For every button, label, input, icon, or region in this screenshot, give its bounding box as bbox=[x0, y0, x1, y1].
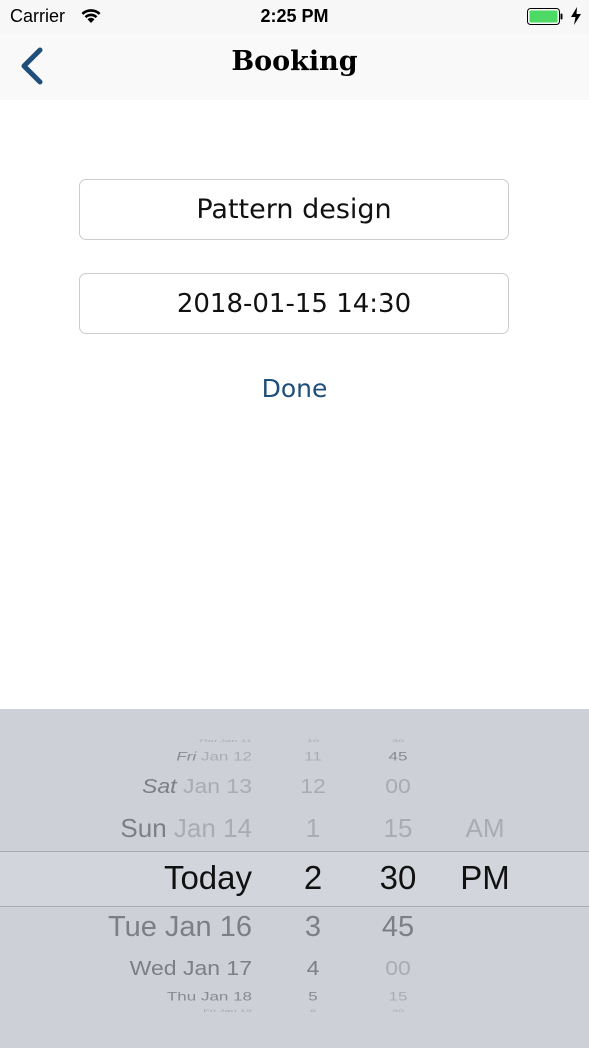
minute-row[interactable]: 45 bbox=[360, 750, 436, 764]
day-row[interactable]: Wed Jan 17 bbox=[130, 956, 252, 980]
hour-row[interactable]: 10 bbox=[278, 739, 348, 743]
minute-row[interactable]: 15 bbox=[360, 813, 436, 844]
minute-row[interactable]: 00 bbox=[360, 956, 436, 980]
day-row[interactable]: Thu Jan 11 bbox=[198, 739, 252, 743]
picker-minute-column[interactable]: 30 45 00 15 30 45 00 15 30 bbox=[360, 709, 436, 1048]
minute-row-selected[interactable]: 30 bbox=[360, 859, 436, 897]
date-time-picker: Thu Jan 11 Fri Jan 12 Sat Jan 13 Sun Jan… bbox=[0, 709, 589, 1048]
done-button[interactable]: Done bbox=[0, 374, 589, 403]
hour-row[interactable]: 1 bbox=[278, 813, 348, 844]
hour-row[interactable]: 12 bbox=[278, 774, 348, 798]
minute-row[interactable]: 15 bbox=[360, 990, 436, 1004]
day-row[interactable]: Fri Jan 19 bbox=[203, 1009, 252, 1013]
picker-hour-column[interactable]: 10 11 12 1 2 3 4 5 6 bbox=[278, 709, 348, 1048]
datetime-field[interactable]: 2018-01-15 14:30 bbox=[79, 273, 509, 334]
period-row-selected[interactable]: PM bbox=[452, 859, 518, 897]
picker-day-column[interactable]: Thu Jan 11 Fri Jan 12 Sat Jan 13 Sun Jan… bbox=[0, 709, 256, 1048]
navigation-bar: Booking bbox=[0, 34, 589, 100]
charging-bolt-icon bbox=[571, 7, 581, 25]
minute-row[interactable]: 30 bbox=[360, 739, 436, 743]
status-time: 2:25 PM bbox=[260, 6, 329, 26]
hour-row[interactable]: 5 bbox=[278, 990, 348, 1004]
hour-row[interactable]: 11 bbox=[278, 750, 348, 764]
status-bar: Carrier 2:25 PM bbox=[0, 0, 589, 34]
hour-row-selected[interactable]: 2 bbox=[278, 859, 348, 897]
page-title: Booking bbox=[231, 46, 358, 77]
day-row[interactable]: Fri Jan 12 bbox=[176, 750, 252, 764]
day-row[interactable]: Sat Jan 13 bbox=[142, 774, 252, 798]
period-row[interactable]: AM bbox=[452, 813, 518, 844]
minute-row[interactable]: 30 bbox=[360, 1009, 436, 1013]
day-row[interactable]: Tue Jan 16 bbox=[108, 911, 252, 944]
hour-row[interactable]: 4 bbox=[278, 956, 348, 980]
minute-row[interactable]: 00 bbox=[360, 774, 436, 798]
service-field[interactable]: Pattern design bbox=[79, 179, 509, 240]
battery-icon bbox=[527, 8, 563, 25]
day-row[interactable]: Sun Jan 14 bbox=[120, 813, 252, 844]
minute-row[interactable]: 45 bbox=[360, 911, 436, 944]
hour-row[interactable]: 6 bbox=[278, 1009, 348, 1013]
hour-row[interactable]: 3 bbox=[278, 911, 348, 944]
day-row[interactable]: Thu Jan 18 bbox=[167, 990, 252, 1004]
day-row-selected[interactable]: Today bbox=[164, 859, 252, 897]
picker-period-column[interactable]: AM PM bbox=[452, 709, 522, 1048]
